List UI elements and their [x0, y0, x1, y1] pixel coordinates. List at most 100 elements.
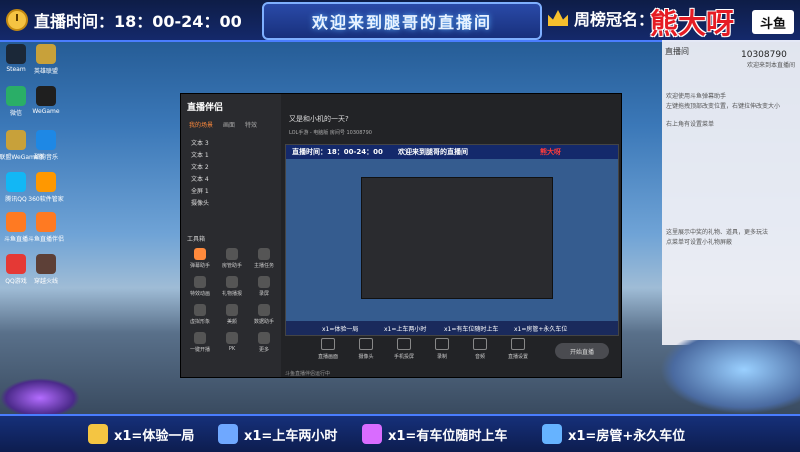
tool-item[interactable]: PK	[217, 332, 247, 352]
gift-icon	[362, 424, 382, 444]
tool-label: 礼物播报	[221, 291, 242, 297]
control-button[interactable]: 录制	[425, 338, 459, 360]
desktop-icon-label: 英雄联盟	[33, 68, 58, 75]
tool-item[interactable]: 录屏	[249, 276, 279, 297]
tool-label: 特效动画	[189, 291, 210, 297]
app-icon	[36, 44, 56, 64]
douyu-logo: 斗鱼	[752, 10, 794, 34]
tool-icon	[258, 248, 270, 260]
control-button[interactable]: 音频	[463, 338, 497, 360]
tool-item[interactable]: 特效动画	[185, 276, 215, 297]
control-label: 录制	[436, 354, 447, 360]
tool-item[interactable]: 数据助手	[249, 304, 279, 325]
control-label: 直播设置	[507, 354, 528, 360]
gift-label: x1=有车位随时上车	[388, 428, 508, 444]
scene-item[interactable]: 全屏 1	[191, 186, 209, 195]
app-icon	[36, 172, 56, 192]
app-icon	[36, 254, 56, 274]
tool-item[interactable]: 房管助手	[217, 248, 247, 269]
control-button[interactable]: 直播画面	[311, 338, 345, 360]
tool-label: 录屏	[258, 291, 269, 297]
tool-icon	[226, 304, 238, 316]
scene-item[interactable]: 摄像头	[191, 198, 209, 207]
scene-item[interactable]: 文本 3	[191, 138, 209, 147]
panel-notice: 右上角有设置菜单	[666, 121, 715, 128]
tool-icon	[226, 248, 238, 260]
tool-label: PK	[228, 346, 236, 352]
stream-preview[interactable]: 直播时间：18：00-24：00 欢迎来到腿哥的直播间 熊大呀 x1=体验一局 x…	[285, 144, 619, 336]
gift-item: x1=上车两小时	[218, 424, 337, 444]
scene-tabs: 我的场景 画面 特效	[189, 120, 257, 129]
start-live-button[interactable]: 开始直播	[555, 343, 609, 359]
tool-item[interactable]: 一键开播	[185, 332, 215, 353]
tool-label: 一键开播	[189, 347, 210, 353]
app-logo: 直播伴侣	[187, 103, 224, 113]
live-time: 直播时间：18：00-24：00	[6, 6, 242, 34]
live-companion-window[interactable]: 直播伴侣 我的场景 画面 特效 文本 3 文本 1 文本 2 文本 4 全屏 1 摄像头 …	[180, 93, 622, 378]
scene-item[interactable]: 文本 1	[191, 150, 209, 159]
control-icon	[511, 338, 525, 350]
tab-picture[interactable]: 画面	[223, 120, 235, 129]
desktop-icon[interactable]: 斗鱼直播伴侣	[16, 212, 76, 243]
tools-title: 工具箱	[187, 236, 206, 243]
tool-icon	[226, 276, 238, 288]
gift-bar: x1=体验一局 x1=上车两小时 x1=有车位随时上车 x1=房管+永久车位	[0, 414, 800, 452]
gift-icon	[88, 424, 108, 444]
desktop-icon-label: 酷狗音乐	[33, 154, 58, 161]
preview-gift-bar: x1=体验一局 x1=上车两小时 x1=有车位随时上车 x1=房管+永久车位	[286, 321, 618, 335]
danmu-panel[interactable]: 直播间 10308790 欢迎来到本直播间 欢迎使用斗鱼弹幕助手 左键拖拽顶部改…	[662, 40, 800, 345]
preview-gift-label: x1=体验一局	[322, 326, 359, 333]
app-icon	[36, 130, 56, 150]
desktop-icon[interactable]: 360软件管家	[16, 172, 76, 203]
scene-item[interactable]: 文本 4	[191, 174, 209, 183]
tool-label: 弹幕助手	[189, 263, 210, 269]
tool-label: 数据助手	[253, 319, 274, 325]
tool-icon	[226, 332, 238, 344]
tool-item[interactable]: 主播任务	[249, 248, 279, 269]
tool-icon	[258, 304, 270, 316]
room-sub: 欢迎来到本直播间	[747, 62, 796, 69]
tool-label: 主播任务	[253, 263, 274, 269]
control-button[interactable]: 直播设置	[501, 338, 535, 360]
tool-label: 虚拟形象	[189, 319, 210, 325]
tool-item[interactable]: 礼物播报	[217, 276, 247, 297]
control-label: 直播画面	[317, 354, 338, 360]
desktop-icon[interactable]: 酷狗音乐	[16, 130, 76, 161]
desktop-icon[interactable]: 英雄联盟	[16, 44, 76, 75]
live-time-text: 直播时间：18：00-24：00	[34, 12, 242, 31]
gift-label: x1=房管+永久车位	[568, 428, 686, 444]
scene-item[interactable]: 文本 2	[191, 162, 209, 171]
gift-item: x1=有车位随时上车	[362, 424, 507, 444]
control-label: 手机投屏	[393, 354, 414, 360]
weekly-label: 周榜冠名：	[574, 10, 655, 29]
tool-icon	[258, 276, 270, 288]
tool-item[interactable]: 虚拟形象	[185, 304, 215, 325]
tool-item[interactable]: 美颜	[217, 304, 247, 325]
desktop-icon[interactable]: WeGame	[16, 86, 76, 115]
desktop-icon-label: 穿越火线	[33, 278, 58, 285]
crown-name: 熊大呀	[650, 7, 735, 40]
top-banner: 直播时间：18：00-24：00 欢迎来到腿哥的直播间 周榜冠名： 熊大呀 斗鱼	[0, 0, 800, 42]
weekly-rank: 周榜冠名：	[548, 6, 654, 30]
stream-title[interactable]: 又是和小机的一天?	[289, 114, 349, 124]
app-icon	[36, 212, 56, 232]
desktop-icon[interactable]: 穿越火线	[16, 254, 76, 285]
welcome-banner: 欢迎来到腿哥的直播间	[262, 2, 542, 40]
desktop-icon-label: 360软件管家	[28, 196, 64, 203]
control-button[interactable]: 摄像头	[349, 338, 383, 360]
panel-notice: 左键拖拽顶部改变位置，右键拉伸改变大小	[666, 103, 781, 110]
tool-icon	[194, 332, 206, 344]
gift-label: x1=上车两小时	[244, 428, 338, 444]
control-button[interactable]: 手机投屏	[387, 338, 421, 360]
scene-sidebar: 直播伴侣 我的场景 画面 特效 文本 3 文本 1 文本 2 文本 4 全屏 1 摄像头 …	[181, 94, 281, 377]
main-area: 又是和小机的一天? LOL手游 - 电脑版 房间号 10308790 直播时间：…	[281, 94, 621, 377]
tab-effect[interactable]: 特效	[245, 120, 257, 129]
tool-item[interactable]: 更多	[249, 332, 279, 353]
room-header: 直播间 10308790 欢迎来到本直播间	[665, 42, 797, 69]
tool-item[interactable]: 弹幕助手	[185, 248, 215, 269]
control-icon	[397, 338, 411, 350]
tool-label: 美颜	[226, 319, 237, 325]
nested-preview	[361, 177, 553, 299]
tab-scene[interactable]: 我的场景	[189, 120, 213, 129]
character-art	[660, 340, 800, 414]
